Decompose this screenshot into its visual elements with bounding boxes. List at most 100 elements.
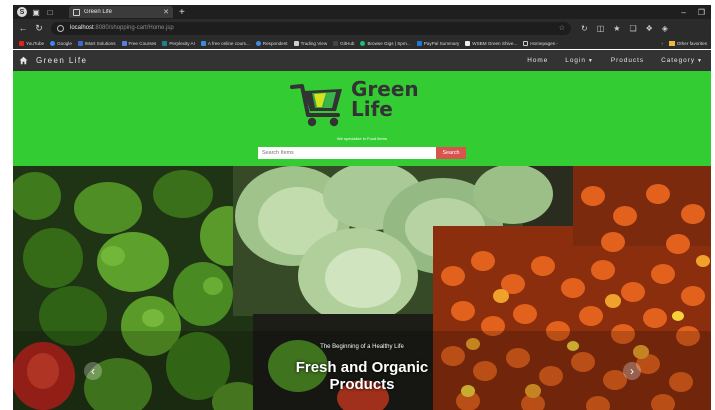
workspaces-icon[interactable]: ▣	[31, 7, 41, 17]
site-header: Green Life We specialize in Food Items S…	[13, 71, 711, 166]
bookmark-free-courses[interactable]: Free Courses	[121, 40, 157, 46]
bookmark-label: A free online cours...	[207, 40, 250, 46]
bookmark-icon	[293, 40, 299, 46]
bookmark-icon	[200, 40, 206, 46]
chevron-right-icon: ›	[630, 364, 634, 378]
carousel-next-button[interactable]: ›	[623, 362, 641, 380]
caret-down-icon: ▼	[587, 58, 594, 64]
bookmark-label: PayPal Summary	[423, 40, 460, 46]
bookmark-icon	[360, 40, 366, 46]
logo-text: Green Life	[351, 79, 419, 119]
nav-links: Home Login ▼ Products Category ▼	[527, 57, 703, 64]
tab-title: Green Life	[84, 9, 113, 15]
hero-carousel: The Beginning of a Healthy Life Fresh an…	[13, 166, 711, 410]
bookmark-icon	[255, 40, 261, 46]
close-tab-icon[interactable]: ✕	[163, 8, 169, 16]
bookmark-paypal[interactable]: PayPal Summary	[416, 40, 460, 46]
bookmark-label: GitHub	[340, 40, 355, 46]
site-navbar: Green Life Home Login ▼ Products Category…	[13, 50, 711, 71]
bookmark-github[interactable]: GitHub	[333, 40, 355, 46]
bookmark-respondent[interactable]: Respondent	[255, 40, 288, 46]
logo-text-line1: Green	[351, 77, 419, 101]
reload-icon[interactable]: ↻	[33, 22, 45, 34]
bookmark-label: Browse Gigs | Sprn...	[367, 40, 411, 46]
paypal-icon	[416, 40, 422, 46]
profile-icon[interactable]: S	[17, 7, 27, 17]
bookmark-icon	[121, 40, 127, 46]
bookmark-online-course[interactable]: A free online cours...	[200, 40, 250, 46]
home-icon[interactable]	[19, 56, 28, 65]
bookmark-google[interactable]: Google	[50, 40, 72, 46]
bookmark-label: IMart Solutions	[84, 40, 116, 46]
address-bar[interactable]: localhost :8080/shopping-cart/Home.jsp ☆	[51, 21, 571, 35]
bookmark-label: Homepages -	[530, 40, 558, 46]
tagline: We specialize in Food Items	[337, 136, 387, 141]
bookmark-label: Perplexity AI	[169, 40, 195, 46]
site-info-icon[interactable]	[57, 24, 64, 32]
bookmark-imart[interactable]: IMart Solutions	[77, 40, 116, 46]
chevron-left-icon: ‹	[91, 364, 95, 378]
other-favorites[interactable]: › Other favorites	[661, 40, 707, 46]
carousel-prev-button[interactable]: ‹	[84, 362, 102, 380]
favorites-icon[interactable]: ★	[613, 24, 620, 33]
bookmark-label: Respondent	[262, 40, 288, 46]
bookmark-youtube[interactable]: YouTube	[19, 40, 45, 46]
page-icon	[523, 40, 529, 46]
page-icon	[73, 8, 80, 16]
bookmark-homepages[interactable]: Homepages -	[523, 40, 558, 46]
bookmark-tradingview[interactable]: Trading View	[293, 40, 328, 46]
split-screen-icon[interactable]: ◫	[597, 24, 605, 33]
site-logo[interactable]: Green Life	[290, 77, 430, 131]
new-tab-icon[interactable]: +	[179, 7, 185, 18]
search-button[interactable]: Search	[436, 147, 466, 159]
nav-login-label: Login	[565, 57, 586, 64]
bookmark-browse-gigs[interactable]: Browse Gigs | Sprn...	[360, 40, 411, 46]
nav-category-dropdown[interactable]: Category ▼	[661, 57, 703, 64]
bookmarks-bar: YouTube Google IMart Solutions Free Cour…	[13, 37, 711, 49]
minimize-icon[interactable]: –	[681, 8, 685, 17]
bookmark-label: Google	[57, 40, 72, 46]
tab-actions-icon[interactable]: □	[45, 7, 55, 17]
refresh-icon[interactable]: ↻	[581, 24, 588, 33]
bookmark-icon	[162, 40, 168, 46]
bookmark-icon	[77, 40, 83, 46]
window-controls: – ❐	[681, 8, 705, 17]
folder-icon	[668, 40, 675, 46]
screenshot: S ▣ □ Green Life ✕ + – ❐ ← ↻ localhost :…	[0, 0, 715, 410]
bookmark-wsbm[interactable]: WSBM Green Shive...	[465, 40, 518, 46]
bookmark-icon	[465, 40, 471, 46]
nav-category-label: Category	[661, 57, 696, 64]
nav-home-link[interactable]: Home	[527, 57, 548, 64]
caret-down-icon: ▼	[697, 58, 703, 64]
toolbar-icons: ↻ ◫ ★ ❏ ❖ ◈	[581, 24, 668, 33]
site-brand[interactable]: Green Life	[36, 56, 87, 65]
collections-icon[interactable]: ❏	[629, 24, 636, 33]
hero-subtitle: The Beginning of a Healthy Life	[320, 344, 404, 350]
search-input[interactable]	[258, 147, 436, 159]
nav-products-link[interactable]: Products	[611, 57, 644, 64]
back-icon[interactable]: ←	[17, 22, 29, 34]
bookmark-perplexity[interactable]: Perplexity AI	[162, 40, 195, 46]
extensions-icon[interactable]: ❖	[646, 24, 653, 33]
other-favorites-label: Other favorites	[676, 40, 707, 46]
chevron-right-icon: ›	[661, 40, 663, 46]
browser-tab[interactable]: Green Life ✕	[69, 6, 173, 18]
bookmark-label: Trading View	[300, 40, 328, 46]
bookmark-label: WSBM Green Shive...	[472, 40, 518, 46]
google-icon	[50, 40, 56, 46]
url-path: :8080/shopping-cart/Home.jsp	[93, 25, 174, 31]
copilot-icon[interactable]: ◈	[662, 24, 668, 33]
shopping-cart-icon	[290, 84, 342, 127]
youtube-icon	[19, 40, 24, 46]
logo-text-line2: Life	[351, 97, 393, 121]
browser-tab-strip: S ▣ □ Green Life ✕ + – ❐	[13, 5, 711, 19]
bookmark-label: Free Courses	[128, 40, 157, 46]
bookmark-label: YouTube	[26, 40, 45, 46]
github-icon	[333, 40, 339, 46]
nav-login-dropdown[interactable]: Login ▼	[565, 57, 594, 64]
url-host: localhost	[70, 25, 94, 31]
restore-icon[interactable]: ❐	[698, 8, 705, 17]
hero-title: Fresh and Organic Products	[295, 359, 429, 393]
favorite-star-icon[interactable]: ☆	[559, 24, 565, 32]
address-row: ← ↻ localhost :8080/shopping-cart/Home.j…	[13, 19, 711, 37]
